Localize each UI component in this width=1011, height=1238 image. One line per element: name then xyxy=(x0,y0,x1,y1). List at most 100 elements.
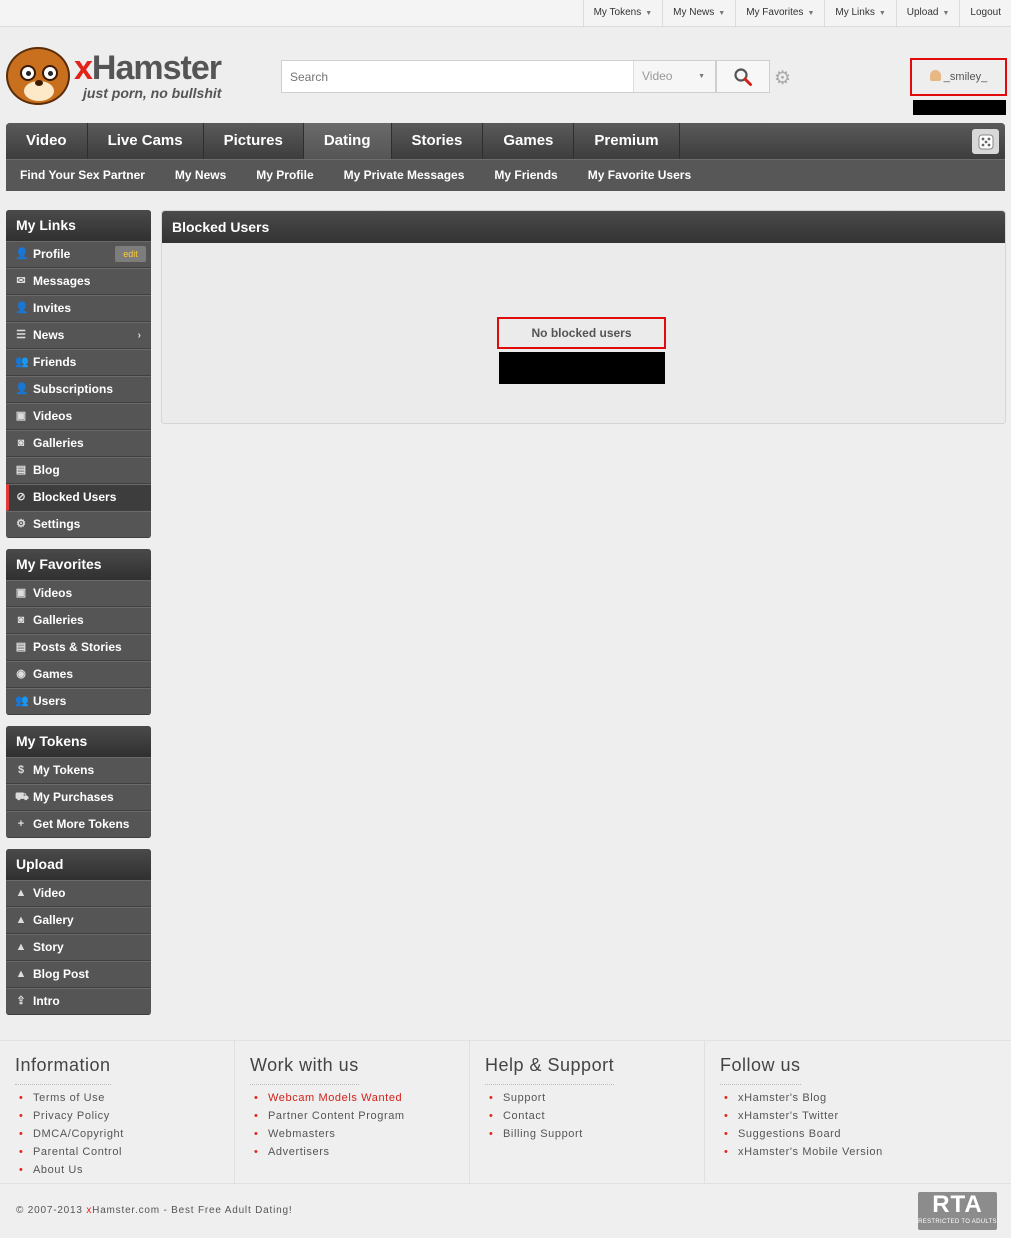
footer-link-advertisers[interactable]: Advertisers xyxy=(250,1143,469,1161)
top-menu-my-news[interactable]: My News ▼ xyxy=(662,0,735,26)
rta-subtitle: RESTRICTED TO ADULTS xyxy=(918,1219,997,1225)
sidebar-item-subscriptions[interactable]: 👤 Subscriptions xyxy=(6,376,151,403)
upload-intro-icon: ⇪ xyxy=(16,995,26,1007)
sidebar-item-settings[interactable]: ⚙ Settings xyxy=(6,511,151,538)
top-menu-my-favorites[interactable]: My Favorites ▼ xyxy=(735,0,824,26)
sidebar-item-label: My Tokens xyxy=(33,763,95,777)
dating-sub-navigation: Find Your Sex Partner My News My Profile My… xyxy=(6,159,1005,191)
subnav-my-friends[interactable]: My Friends xyxy=(479,160,572,191)
upload-item-blog-post[interactable]: ▲ Blog Post xyxy=(6,961,151,988)
upload-item-gallery[interactable]: ▲ Gallery xyxy=(6,907,151,934)
sidebar-item-label: Users xyxy=(33,694,67,708)
top-menu-my-tokens[interactable]: My Tokens ▼ xyxy=(582,0,663,26)
tab-games[interactable]: Games xyxy=(483,123,575,159)
sidebar-item-label: Video xyxy=(33,886,66,900)
footer-column-information: Information Terms of UsePrivacy PolicyDMC… xyxy=(0,1041,235,1183)
site-header: xHamster just porn, no bullshit Video ▼ … xyxy=(0,27,1011,123)
panel-title: Upload xyxy=(6,849,151,880)
tab-dating[interactable]: Dating xyxy=(303,123,392,159)
search-settings-gear-icon[interactable]: ⚙ xyxy=(774,67,791,90)
top-menu-upload[interactable]: Upload ▼ xyxy=(895,0,960,26)
footer-link-billing-support[interactable]: Billing Support xyxy=(485,1125,704,1143)
upload-item-story[interactable]: ▲ Story xyxy=(6,934,151,961)
footer-link-about-us[interactable]: About Us xyxy=(15,1161,234,1179)
footer-column-work-with-us: Work with us Webcam Models WantedPartner … xyxy=(235,1041,470,1183)
tab-video[interactable]: Video xyxy=(6,123,88,159)
blocked-users-panel: Blocked Users No blocked users xyxy=(161,210,1006,424)
edit-profile-button[interactable]: edit xyxy=(115,246,146,262)
favorites-item-posts-and-stories[interactable]: ▤ Posts & Stories xyxy=(6,634,151,661)
favorites-item-games[interactable]: ◉ Games xyxy=(6,661,151,688)
subnav-my-news[interactable]: My News xyxy=(160,160,241,191)
sidebar-item-galleries[interactable]: ◙ Galleries xyxy=(6,430,151,457)
upload-item-intro[interactable]: ⇪ Intro xyxy=(6,988,151,1015)
footer-link-dmca-copyright[interactable]: DMCA/Copyright xyxy=(15,1125,234,1143)
search-input[interactable] xyxy=(282,61,632,92)
footer-link-terms-of-use[interactable]: Terms of Use xyxy=(15,1089,234,1107)
footer-link-list: xHamster's BlogxHamster's TwitterSuggest… xyxy=(720,1089,1005,1161)
footer-link-privacy-policy[interactable]: Privacy Policy xyxy=(15,1107,234,1125)
upload-video-icon: ▲ xyxy=(15,887,27,899)
footer-column-help-and-support: Help & Support SupportContactBilling Supp… xyxy=(470,1041,705,1183)
sidebar-item-blocked-users[interactable]: ⊘ Blocked Users xyxy=(6,484,151,511)
footer-link-webmasters[interactable]: Webmasters xyxy=(250,1125,469,1143)
dice-icon xyxy=(978,134,993,149)
footer-link-parental-control[interactable]: Parental Control xyxy=(15,1143,234,1161)
video-camera-icon: ▣ xyxy=(15,410,27,422)
tokens-item-my-tokens[interactable]: $ My Tokens xyxy=(6,757,151,784)
search-scope-value: Video xyxy=(642,69,673,83)
footer-heading: Information xyxy=(15,1055,111,1085)
friends-icon: 👥 xyxy=(15,356,29,368)
tab-stories[interactable]: Stories xyxy=(392,123,484,159)
footer-link-webcam-models-wanted[interactable]: Webcam Models Wanted xyxy=(250,1089,469,1107)
subnav-my-private-messages[interactable]: My Private Messages xyxy=(329,160,480,191)
upload-item-video[interactable]: ▲ Video xyxy=(6,880,151,907)
user-account-button[interactable]: _smiley_ xyxy=(910,58,1007,96)
subnav-my-profile[interactable]: My Profile xyxy=(241,160,328,191)
tab-live-cams[interactable]: Live Cams xyxy=(88,123,204,159)
footer-link-list: SupportContactBilling Support xyxy=(485,1089,704,1143)
footer-link-suggestions-board[interactable]: Suggestions Board xyxy=(720,1125,1005,1143)
footer-link-xhamster-s-twitter[interactable]: xHamster's Twitter xyxy=(720,1107,1005,1125)
blog-icon: ▤ xyxy=(15,464,27,476)
panel-title: My Favorites xyxy=(6,549,151,580)
sidebar-item-label: My Purchases xyxy=(33,790,114,804)
random-dice-button[interactable] xyxy=(972,129,999,154)
favorites-item-users[interactable]: 👥 Users xyxy=(6,688,151,715)
search-button[interactable] xyxy=(716,60,770,93)
top-menu-label: My Favorites xyxy=(746,7,804,18)
top-menu-my-links[interactable]: My Links ▼ xyxy=(824,0,895,26)
sidebar-item-news[interactable]: ☰ News › xyxy=(6,322,151,349)
sidebar-item-friends[interactable]: 👥 Friends xyxy=(6,349,151,376)
top-menu-label: My Tokens xyxy=(593,7,642,18)
site-logo[interactable]: xHamster just porn, no bullshit xyxy=(6,47,246,107)
sidebar-item-profile[interactable]: 👤 Profile edit xyxy=(6,241,151,268)
sidebar-item-blog[interactable]: ▤ Blog xyxy=(6,457,151,484)
sidebar-item-invites[interactable]: 👤 Invites xyxy=(6,295,151,322)
chevron-down-icon: ▼ xyxy=(698,73,705,80)
subscriptions-icon: 👤 xyxy=(15,383,29,395)
footer-heading: Help & Support xyxy=(485,1055,615,1085)
footer-link-xhamster-s-mobile-version[interactable]: xHamster's Mobile Version xyxy=(720,1143,1005,1161)
sidebar-item-messages[interactable]: ✉ Messages xyxy=(6,268,151,295)
sidebar-item-videos[interactable]: ▣ Videos xyxy=(6,403,151,430)
rta-badge[interactable]: RTA RESTRICTED TO ADULTS xyxy=(918,1192,997,1230)
footer-link-support[interactable]: Support xyxy=(485,1089,704,1107)
user-icon xyxy=(929,70,941,81)
footer-link-partner-content-program[interactable]: Partner Content Program xyxy=(250,1107,469,1125)
tokens-item-get-more-tokens[interactable]: + Get More Tokens xyxy=(6,811,151,838)
tab-premium[interactable]: Premium xyxy=(574,123,680,159)
subnav-my-favorite-users[interactable]: My Favorite Users xyxy=(573,160,706,191)
footer-link-contact[interactable]: Contact xyxy=(485,1107,704,1125)
sidebar-item-label: Get More Tokens xyxy=(33,817,130,831)
sidebar-item-label: Settings xyxy=(33,517,81,531)
top-menu-logout[interactable]: Logout xyxy=(959,0,1011,26)
subnav-find-your-sex-partner[interactable]: Find Your Sex Partner xyxy=(6,160,160,191)
favorites-item-videos[interactable]: ▣ Videos xyxy=(6,580,151,607)
favorites-item-galleries[interactable]: ◙ Galleries xyxy=(6,607,151,634)
chevron-down-icon: ▼ xyxy=(645,10,653,17)
tab-pictures[interactable]: Pictures xyxy=(204,123,304,159)
search-scope-select[interactable]: Video ▼ xyxy=(633,61,715,92)
tokens-item-my-purchases[interactable]: ⛟ My Purchases xyxy=(6,784,151,811)
footer-link-xhamster-s-blog[interactable]: xHamster's Blog xyxy=(720,1089,1005,1107)
